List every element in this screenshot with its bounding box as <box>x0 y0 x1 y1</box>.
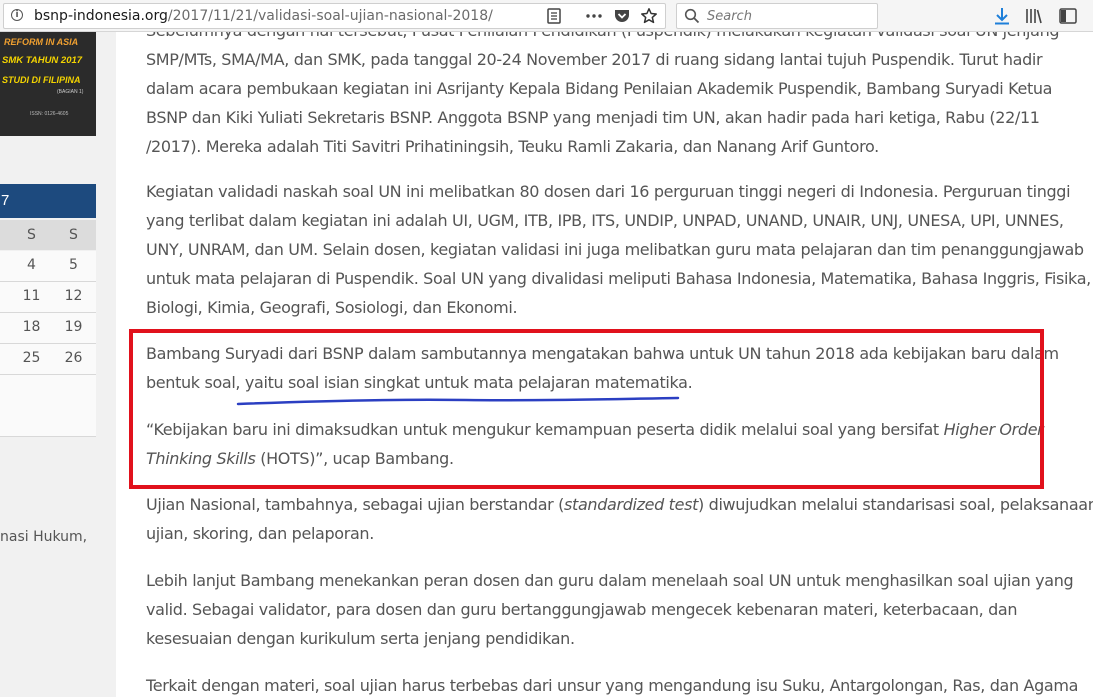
sidebar-link[interactable]: nasi Hukum, <box>0 529 87 545</box>
calendar-day[interactable]: 26 <box>58 350 89 366</box>
calendar-day[interactable]: 5 <box>58 257 89 273</box>
calendar-day[interactable]: 11 <box>16 288 47 304</box>
banner-line-3: STUDI DI FILIPINA <box>2 75 81 85</box>
paragraph-2: Kegiatan validadi naskah soal UN ini mel… <box>146 177 1091 322</box>
banner-line-1: REFORM IN ASIA <box>4 37 79 47</box>
calendar-day[interactable]: 25 <box>16 350 47 366</box>
banner-issn: ISSN: 0126-4605 <box>30 111 69 117</box>
text-line: Sebelumnya dengan hal tersebut, Pusat Pe… <box>146 32 1071 45</box>
text-line: Terkait dengan materi, soal ujian harus … <box>146 676 1079 695</box>
calendar-header: 7 <box>0 184 96 218</box>
blue-underline-annotation <box>236 396 680 406</box>
paragraph-6: Lebih lanjut Bambang menekankan peran do… <box>146 566 1074 653</box>
bookmark-star-icon[interactable] <box>640 7 658 25</box>
more-actions-icon[interactable] <box>585 7 603 25</box>
calendar-week-row: 4 5 <box>0 251 96 282</box>
text-line: BSNP dan Kiki Yuliati Sekretaris BSNP. A… <box>146 108 1040 127</box>
calendar-empty-row <box>0 375 96 437</box>
text-line: Lebih lanjut Bambang menekankan peran do… <box>146 571 1074 590</box>
search-icon <box>684 8 700 24</box>
search-placeholder: Search <box>707 9 752 24</box>
paragraph-5: Ujian Nasional, tambahnya, sebagai ujian… <box>146 490 1093 548</box>
text-line: dalam acara pembukaan kegiatan ini Asrij… <box>146 79 1053 98</box>
url-text[interactable]: bsnp-indonesia.org/2017/11/21/validasi-s… <box>34 8 493 24</box>
weekday-label: S <box>69 227 78 243</box>
url-path: /2017/11/21/validasi-soal-ujian-nasional… <box>167 8 493 24</box>
text-line: UNY, UNRAM, dan UM. Selain dosen, kegiat… <box>146 240 1084 259</box>
info-icon[interactable]: i <box>11 9 23 21</box>
text-segment: ) diwujudkan melalui standarisasi soal, … <box>698 495 1093 514</box>
sidebar-toggle-icon[interactable] <box>1058 6 1078 26</box>
paragraph-7: Terkait dengan materi, soal ujian harus … <box>146 671 1079 697</box>
journal-banner[interactable]: REFORM IN ASIA SMK TAHUN 2017 STUDI DI F… <box>0 32 96 136</box>
calendar-week-row: 25 26 <box>0 344 96 375</box>
paragraph-1: Sebelumnya dengan hal tersebut, Pusat Pe… <box>146 32 1071 161</box>
calendar-day[interactable]: 4 <box>16 257 47 273</box>
calendar-day[interactable]: 12 <box>58 288 89 304</box>
text-line: Biologi, Kimia, Geografi, Sosiologi, dan… <box>146 298 518 317</box>
text-line: Ujian Nasional, tambahnya, sebagai ujian… <box>146 490 1093 519</box>
url-host: bsnp-indonesia.org <box>34 8 168 24</box>
download-icon[interactable] <box>992 6 1012 26</box>
weekday-label: S <box>27 227 36 243</box>
calendar-week-row: 11 12 <box>0 282 96 313</box>
text-line: untuk mata pelajaran di Puspendik. Soal … <box>146 269 1091 288</box>
calendar-weekday-row: S S <box>0 220 96 250</box>
text-line: Kegiatan validadi naskah soal UN ini mel… <box>146 182 1071 201</box>
calendar-week-row: 18 19 <box>0 313 96 344</box>
italic-term: standardized test <box>564 495 699 514</box>
text-segment: Ujian Nasional, tambahnya, sebagai ujian… <box>146 495 565 514</box>
text-line: ujian, skoring, dan pelaporan. <box>146 524 374 543</box>
text-line: valid. Sebagai validator, para dosen dan… <box>146 600 1018 619</box>
pocket-icon[interactable] <box>613 7 631 25</box>
text-line: kesesuaian dengan kurikulum serta jenjan… <box>146 629 575 648</box>
text-line: yang terlibat dalam kegiatan ini adalah … <box>146 211 1064 230</box>
text-line: /2017). Mereka adalah Titi Savitri Priha… <box>146 137 879 156</box>
text-line: SMP/MTs, SMA/MA, dan SMK, pada tanggal 2… <box>146 50 1043 69</box>
reader-view-icon[interactable] <box>545 7 563 25</box>
banner-line-2: SMK TAHUN 2017 <box>2 55 83 66</box>
calendar-day[interactable]: 19 <box>58 319 89 335</box>
banner-line-4: (BAGIAN 1) <box>57 89 84 95</box>
red-highlight-box <box>129 329 1044 489</box>
browser-toolbar: i bsnp-indonesia.org/2017/11/21/validasi… <box>0 0 1093 32</box>
calendar-day[interactable]: 18 <box>16 319 47 335</box>
library-icon[interactable] <box>1024 6 1044 26</box>
address-bar[interactable]: i bsnp-indonesia.org/2017/11/21/validasi… <box>3 3 666 29</box>
search-bar[interactable]: Search <box>676 3 878 29</box>
article-content: Sebelumnya dengan hal tersebut, Pusat Pe… <box>116 32 1093 697</box>
left-sidebar: REFORM IN ASIA SMK TAHUN 2017 STUDI DI F… <box>0 32 116 697</box>
